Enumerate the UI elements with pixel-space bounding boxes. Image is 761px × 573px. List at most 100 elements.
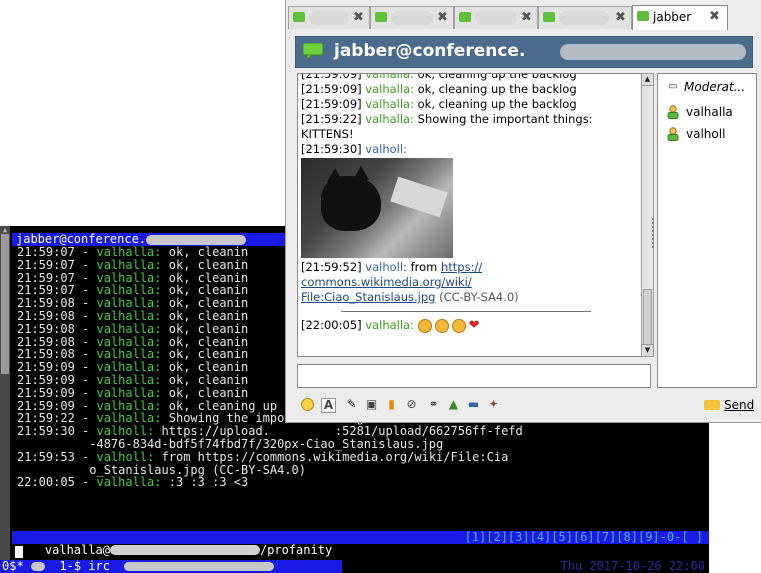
chat-icon: [375, 12, 387, 22]
message-nick: valhalla:: [365, 82, 414, 96]
scroll-up-arrow-icon[interactable]: ▲: [1, 226, 9, 234]
conversation-tab[interactable]: ✖: [454, 6, 538, 29]
redacted-blur: [475, 11, 517, 25]
terminal-input-line[interactable]: [15, 546, 705, 558]
message-last: [22:00:05] valhalla: ❤: [301, 318, 631, 333]
conversation-header: jabber@conference.: [295, 36, 753, 68]
message-time: [21:59:30]: [301, 142, 362, 156]
send-label: Send: [724, 398, 755, 412]
chat-window[interactable]: ✖ ✖ ✖ ✖ jabber ✖ jabber@conference. [21:…: [285, 0, 761, 423]
screen-current-window: 0$*: [2, 559, 24, 573]
cat-ear-shape: [327, 168, 343, 182]
attention-icon[interactable]: ⊘: [403, 396, 420, 413]
close-tab-icon[interactable]: ✖: [615, 7, 626, 29]
message-text: from: [406, 260, 441, 274]
formatting-toolbar: A ✎ ▣ ▮ ⊘ ⚭ ▲ ▬ ✦: [297, 394, 637, 418]
bookmark-icon[interactable]: ▮: [383, 396, 400, 413]
user-list-item[interactable]: valholl: [658, 123, 756, 145]
collapse-triangle-icon[interactable]: ▭: [668, 76, 677, 98]
send-button[interactable]: Send: [700, 394, 756, 416]
terminal-scrollbar[interactable]: ▲ ▼: [0, 226, 10, 573]
chat-log-scrollbar[interactable]: ▲ ▼: [641, 73, 654, 357]
conversation-tab[interactable]: ✖: [288, 6, 370, 29]
message-input[interactable]: [297, 364, 651, 388]
redacted-blur: [124, 562, 275, 571]
chat-message: [21:59:09] valhalla: ok, cleaning up the…: [301, 73, 631, 82]
user-list-item[interactable]: valhalla: [658, 101, 756, 123]
font-icon[interactable]: A: [321, 398, 336, 413]
sign-shape: [390, 176, 448, 218]
buzz-icon[interactable]: ✦: [485, 396, 502, 413]
message-time: [21:59:09]: [301, 82, 362, 96]
conversation-tab[interactable]: ✖: [370, 6, 454, 29]
chat-icon: [637, 11, 649, 21]
user-group-label: Moderat...: [684, 80, 746, 94]
insert-picture-icon[interactable]: ▲: [445, 396, 462, 413]
close-tab-icon[interactable]: ✖: [521, 7, 532, 29]
file-transfer-icon[interactable]: ▬: [465, 396, 482, 413]
close-tab-icon[interactable]: ✖: [709, 6, 720, 28]
chat-message: [21:59:30] valholl:: [301, 142, 631, 157]
separator: -: [74, 475, 97, 490]
screen-status-bar: 0$* 1-$ irc Thu 2017-10-26 22:00: [0, 560, 709, 573]
smiley-icon[interactable]: [299, 396, 316, 413]
message-text: ok, cleaning up the backlog: [413, 97, 577, 111]
message-nick: valhalla:: [365, 73, 414, 81]
cat-ear-shape: [353, 166, 369, 180]
message-nick: valhalla:: [365, 97, 414, 111]
conversation-tab[interactable]: ✖: [538, 6, 632, 29]
chat-message: [21:59:09] valhalla: ok, cleaning up the…: [301, 97, 631, 112]
redacted-blur: [560, 44, 746, 60]
conversation-title: jabber@conference.: [334, 41, 526, 61]
send-arrow-icon: [704, 400, 720, 410]
edit-icon[interactable]: ✎: [343, 396, 360, 413]
chat-message: [21:59:22] valhalla: Showing the importa…: [301, 112, 631, 142]
cat-face-emoticon-icon: [434, 318, 449, 333]
conversation-tab-bar: ✖ ✖ ✖ ✖ jabber ✖: [286, 0, 761, 36]
terminal-line-time: 22:00:05: [17, 475, 75, 490]
chat-icon: [543, 12, 555, 22]
scroll-up-arrow-icon[interactable]: ▲: [642, 74, 653, 86]
message-time: [22:00:05]: [301, 318, 362, 332]
chat-log-scroll-thumb[interactable]: [643, 289, 652, 345]
insert-image-icon[interactable]: ▣: [363, 396, 380, 413]
license-text: (CC-BY-SA4.0): [435, 290, 519, 304]
message-time: [21:59:09]: [301, 73, 362, 81]
redacted-blur: [30, 562, 45, 571]
separator: :: [154, 475, 162, 490]
message-text: ok, cleaning up the backlog: [413, 82, 577, 96]
status-window-list: [1][2][3][4][5][6][7][8][9]-0-[ ]: [464, 530, 703, 544]
close-tab-icon[interactable]: ✖: [437, 7, 448, 29]
link-part: https://: [441, 260, 483, 274]
message-nick: valholl:: [365, 142, 407, 156]
cat-face-emoticon-icon: [451, 318, 466, 333]
conversation-tab-jabber[interactable]: jabber ✖: [632, 5, 728, 30]
message-from-valholl: [21:59:52] valholl: from https://commons…: [301, 260, 631, 305]
terminal-scroll-thumb[interactable]: [1, 234, 9, 374]
close-tab-icon[interactable]: ✖: [353, 7, 364, 29]
user-name: valholl: [686, 127, 726, 141]
link-part: commons.wikimedia.org/wiki/: [301, 275, 472, 289]
kitten-image[interactable]: [301, 158, 453, 258]
link-icon[interactable]: ⚭: [425, 396, 442, 413]
user-name: valhalla: [686, 105, 733, 119]
message-time: [21:59:09]: [301, 97, 362, 111]
text-cursor: [15, 546, 23, 558]
message-time: [21:59:22]: [301, 112, 362, 126]
message-list: [21:59:09] valhalla: ok, cleaning up the…: [301, 73, 631, 157]
heart-icon: ❤: [468, 318, 480, 333]
terminal-line-nick: valhalla: [96, 475, 155, 490]
message-nick: valhalla:: [365, 112, 414, 126]
cat-face-emoticon-icon: [417, 318, 432, 333]
chat-message-log[interactable]: [21:59:09] valhalla: ok, cleaning up the…: [297, 73, 642, 357]
user-group-moderators[interactable]: ▭ Moderat...: [658, 76, 756, 98]
terminal-line-text: :3 :3 :3 <3: [161, 475, 249, 490]
scroll-down-arrow-icon[interactable]: ▼: [642, 344, 653, 356]
user-list[interactable]: ▭ Moderat... valhalla valholl: [657, 73, 757, 388]
screen-window-bar[interactable]: 0$* 1-$ irc: [0, 560, 342, 573]
redacted-blur: [391, 11, 433, 25]
message-nick: valholl:: [365, 260, 407, 274]
chat-icon: [459, 12, 471, 22]
chat-bubble-icon: [303, 43, 323, 59]
user-icon: [667, 127, 679, 141]
